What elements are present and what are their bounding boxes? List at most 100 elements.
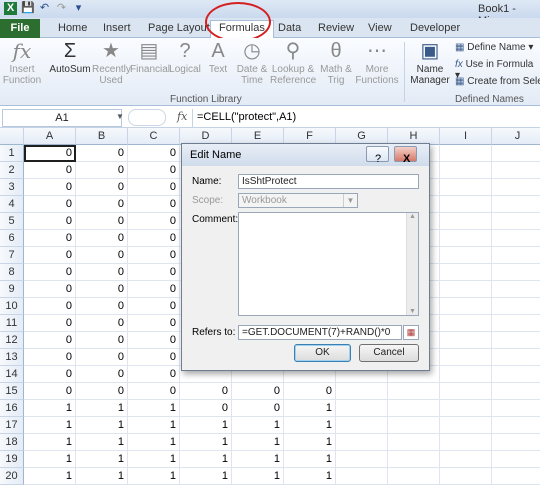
recently-used-button[interactable]: ★ Recently Used <box>92 40 131 86</box>
cell-h16[interactable] <box>388 400 440 417</box>
cell-c15[interactable]: 0 <box>128 383 180 400</box>
cell-b13[interactable]: 0 <box>76 349 128 366</box>
cell-b20[interactable]: 1 <box>76 468 128 485</box>
cell-a5[interactable]: 0 <box>24 213 76 230</box>
cell-j15[interactable] <box>492 383 540 400</box>
tab-view[interactable]: View <box>368 21 392 37</box>
row-header[interactable]: 20 <box>0 468 24 485</box>
cell-b2[interactable]: 0 <box>76 162 128 179</box>
cell-e20[interactable]: 1 <box>232 468 284 485</box>
name-manager-button[interactable]: ▣ Name Manager <box>408 40 452 86</box>
cell-j14[interactable] <box>492 366 540 383</box>
cell-i15[interactable] <box>440 383 492 400</box>
cell-b6[interactable]: 0 <box>76 230 128 247</box>
collapse-dialog-icon[interactable]: ▦ <box>403 325 419 340</box>
cell-c5[interactable]: 0 <box>128 213 180 230</box>
cell-b18[interactable]: 1 <box>76 434 128 451</box>
row-header[interactable]: 10 <box>0 298 24 315</box>
row-header[interactable]: 3 <box>0 179 24 196</box>
cell-f20[interactable]: 1 <box>284 468 336 485</box>
cell-c4[interactable]: 0 <box>128 196 180 213</box>
row-header[interactable]: 1 <box>0 145 24 162</box>
row-header[interactable]: 15 <box>0 383 24 400</box>
column-header-i[interactable]: I <box>440 128 492 145</box>
cell-i2[interactable] <box>440 162 492 179</box>
cell-f18[interactable]: 1 <box>284 434 336 451</box>
more-functions-button[interactable]: ⋯ More Functions <box>354 40 400 86</box>
cell-i19[interactable] <box>440 451 492 468</box>
cell-a3[interactable]: 0 <box>24 179 76 196</box>
cell-c14[interactable]: 0 <box>128 366 180 383</box>
cell-h15[interactable] <box>388 383 440 400</box>
tab-file[interactable]: File <box>0 19 40 38</box>
cell-i13[interactable] <box>440 349 492 366</box>
help-button[interactable]: ? <box>366 146 389 165</box>
cell-a13[interactable]: 0 <box>24 349 76 366</box>
cell-g15[interactable] <box>336 383 388 400</box>
cell-h20[interactable] <box>388 468 440 485</box>
cell-j4[interactable] <box>492 196 540 213</box>
column-header-c[interactable]: C <box>128 128 180 145</box>
cell-a18[interactable]: 1 <box>24 434 76 451</box>
cell-j17[interactable] <box>492 417 540 434</box>
cell-b14[interactable]: 0 <box>76 366 128 383</box>
cell-b7[interactable]: 0 <box>76 247 128 264</box>
cell-e17[interactable]: 1 <box>232 417 284 434</box>
row-header[interactable]: 5 <box>0 213 24 230</box>
cell-i8[interactable] <box>440 264 492 281</box>
cell-g18[interactable] <box>336 434 388 451</box>
cell-a6[interactable]: 0 <box>24 230 76 247</box>
row-header[interactable]: 4 <box>0 196 24 213</box>
cell-a12[interactable]: 0 <box>24 332 76 349</box>
cell-c8[interactable]: 0 <box>128 264 180 281</box>
cell-a10[interactable]: 0 <box>24 298 76 315</box>
cell-b17[interactable]: 1 <box>76 417 128 434</box>
cell-d20[interactable]: 1 <box>180 468 232 485</box>
cell-d15[interactable]: 0 <box>180 383 232 400</box>
cell-d18[interactable]: 1 <box>180 434 232 451</box>
date-time-button[interactable]: ◷ Date & Time <box>234 40 270 86</box>
customize-qat-icon[interactable]: ▾ <box>72 2 85 15</box>
formula-input[interactable]: =CELL("protect",A1) <box>197 111 296 123</box>
cell-j6[interactable] <box>492 230 540 247</box>
cell-a8[interactable]: 0 <box>24 264 76 281</box>
cell-c3[interactable]: 0 <box>128 179 180 196</box>
math-trig-button[interactable]: θ Math & Trig <box>318 40 354 86</box>
cell-j7[interactable] <box>492 247 540 264</box>
tab-review[interactable]: Review <box>318 21 354 37</box>
cell-j20[interactable] <box>492 468 540 485</box>
cell-j11[interactable] <box>492 315 540 332</box>
cell-j12[interactable] <box>492 332 540 349</box>
insert-function-button[interactable]: fx Insert Function <box>2 40 42 86</box>
cell-e15[interactable]: 0 <box>232 383 284 400</box>
row-header[interactable]: 6 <box>0 230 24 247</box>
row-header[interactable]: 19 <box>0 451 24 468</box>
row-header[interactable]: 7 <box>0 247 24 264</box>
cell-b5[interactable]: 0 <box>76 213 128 230</box>
cell-i1[interactable] <box>440 145 492 162</box>
cell-i16[interactable] <box>440 400 492 417</box>
cell-f16[interactable]: 1 <box>284 400 336 417</box>
cell-j9[interactable] <box>492 281 540 298</box>
formula-bar-splitter[interactable] <box>128 109 166 126</box>
define-name-button[interactable]: ▦ Define Name ▾ <box>455 42 533 53</box>
save-icon[interactable]: 💾 <box>21 2 35 15</box>
cell-j2[interactable] <box>492 162 540 179</box>
cell-a20[interactable]: 1 <box>24 468 76 485</box>
cell-j18[interactable] <box>492 434 540 451</box>
cell-j5[interactable] <box>492 213 540 230</box>
cell-g17[interactable] <box>336 417 388 434</box>
cell-a11[interactable]: 0 <box>24 315 76 332</box>
cell-b11[interactable]: 0 <box>76 315 128 332</box>
select-all-corner[interactable] <box>0 128 24 145</box>
cell-i10[interactable] <box>440 298 492 315</box>
cell-c18[interactable]: 1 <box>128 434 180 451</box>
cell-j1[interactable] <box>492 145 540 162</box>
cell-c1[interactable]: 0 <box>128 145 180 162</box>
cell-j8[interactable] <box>492 264 540 281</box>
cell-b19[interactable]: 1 <box>76 451 128 468</box>
insert-function-icon[interactable]: fx <box>177 110 187 123</box>
cell-i18[interactable] <box>440 434 492 451</box>
tab-developer[interactable]: Developer <box>410 21 460 37</box>
cell-e19[interactable]: 1 <box>232 451 284 468</box>
